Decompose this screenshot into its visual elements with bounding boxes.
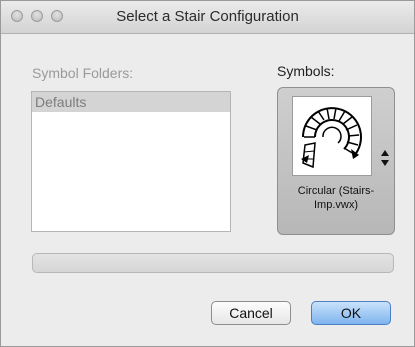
circular-stair-icon bbox=[292, 96, 372, 176]
folder-item-defaults[interactable]: Defaults bbox=[32, 92, 230, 112]
ok-button[interactable]: OK bbox=[311, 301, 391, 325]
symbol-name: Circular (Stairs-Imp.vwx) bbox=[297, 185, 375, 211]
symbols-label: Symbols: bbox=[277, 63, 335, 79]
dialog-window: Select a Stair Configuration Symbol Fold… bbox=[0, 0, 415, 347]
progress-bar bbox=[32, 253, 394, 273]
symbol-folders-label: Symbol Folders: bbox=[32, 65, 134, 81]
symbol-stepper[interactable] bbox=[380, 148, 390, 168]
title-bar: Select a Stair Configuration bbox=[1, 1, 414, 34]
symbol-preview-tile[interactable]: Circular (Stairs-Imp.vwx) bbox=[277, 87, 395, 235]
symbol-folders-list[interactable]: Defaults bbox=[31, 91, 231, 232]
window-title: Select a Stair Configuration bbox=[116, 8, 299, 25]
cancel-button[interactable]: Cancel bbox=[211, 301, 291, 325]
